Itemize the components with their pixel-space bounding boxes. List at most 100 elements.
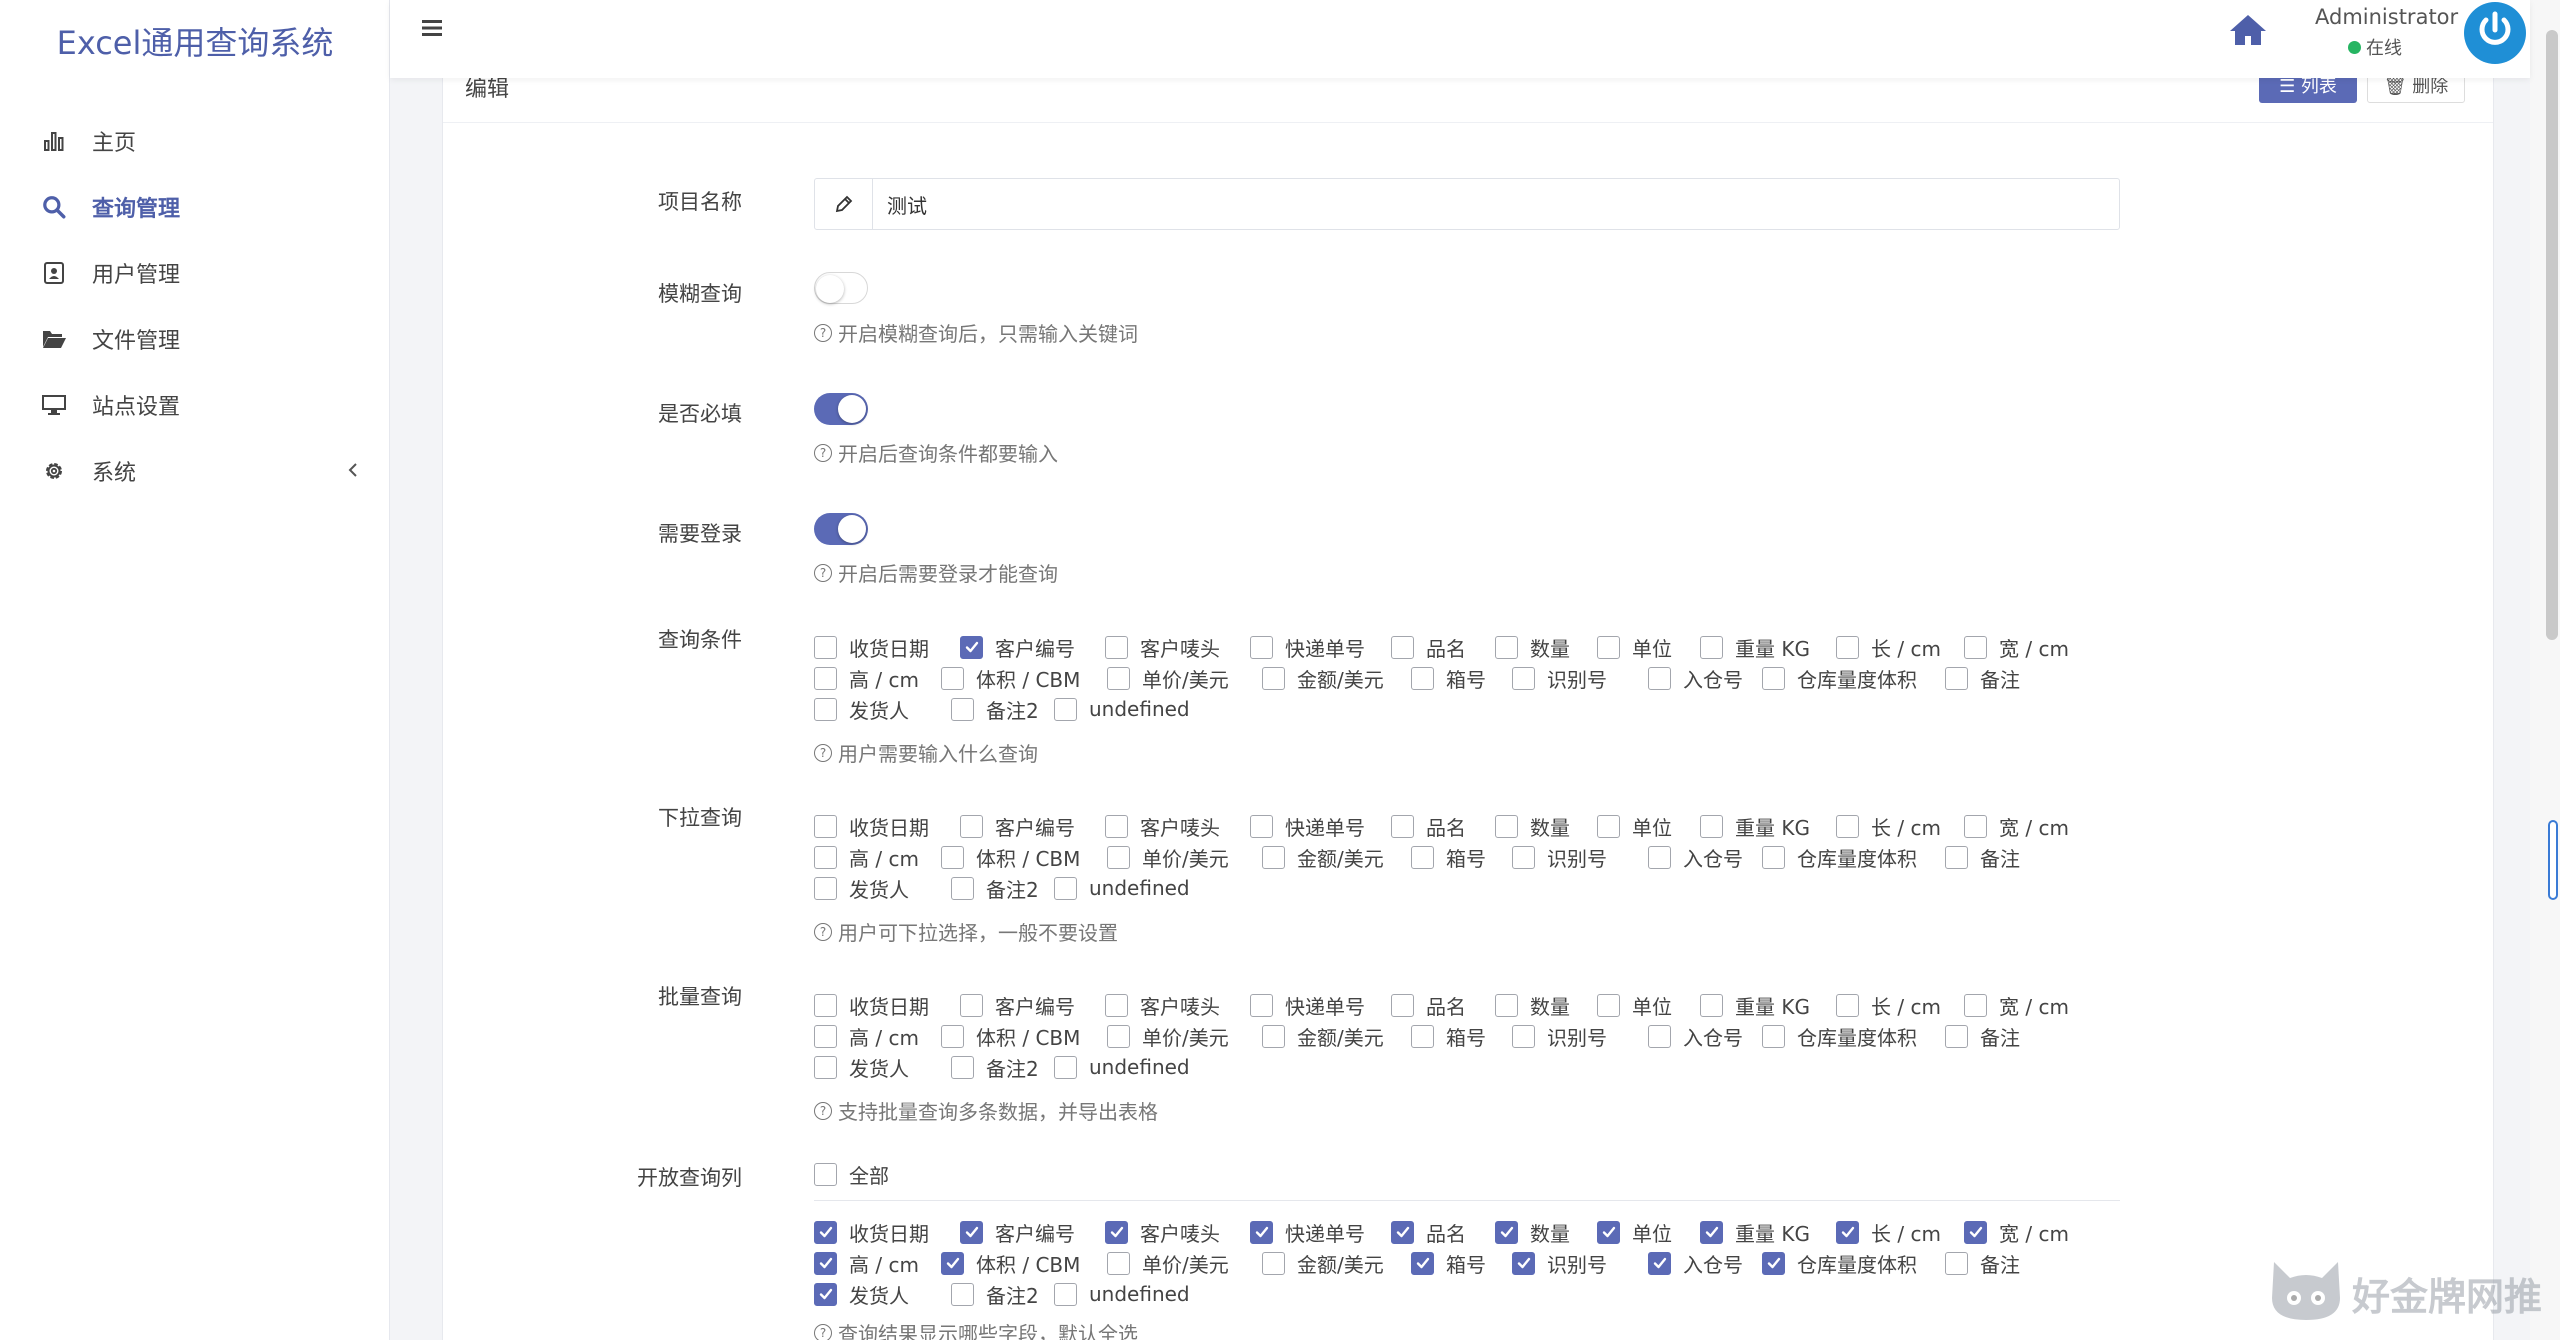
query-conditions-checkbox[interactable]: 重量 KG (1700, 633, 1810, 661)
user-name[interactable]: Administrator (2315, 5, 2458, 29)
dropdown-query-checkbox[interactable]: 数量 (1495, 812, 1570, 840)
open-columns-checkbox[interactable]: 长 / cm (1836, 1218, 1941, 1246)
batch-query-checkbox[interactable]: 客户唛头 (1105, 991, 1220, 1019)
open-columns-checkbox[interactable]: 快递单号 (1250, 1218, 1365, 1246)
sidebar-item-system[interactable]: 系统 (0, 438, 390, 504)
required-toggle[interactable] (814, 393, 868, 425)
query-conditions-checkbox[interactable]: 仓库量度体积 (1762, 664, 1917, 692)
dropdown-query-checkbox[interactable]: 长 / cm (1836, 812, 1941, 840)
query-conditions-checkbox[interactable]: 收货日期 (814, 633, 929, 661)
query-conditions-checkbox[interactable]: 发货人 (814, 695, 909, 723)
open-columns-checkbox[interactable]: 收货日期 (814, 1218, 929, 1246)
query-conditions-checkbox[interactable]: 备注2 (951, 695, 1039, 723)
batch-query-checkbox[interactable]: 长 / cm (1836, 991, 1941, 1019)
dropdown-query-checkbox[interactable]: 品名 (1391, 812, 1466, 840)
dropdown-query-checkbox[interactable]: 客户编号 (960, 812, 1075, 840)
project-name-field[interactable] (814, 178, 2120, 230)
batch-query-checkbox[interactable]: 收货日期 (814, 991, 929, 1019)
open-columns-checkbox[interactable]: 备注2 (951, 1280, 1039, 1308)
query-conditions-checkbox[interactable]: 单价/美元 (1107, 664, 1229, 692)
batch-query-checkbox[interactable]: 快递单号 (1250, 991, 1365, 1019)
dropdown-query-checkbox[interactable]: 金额/美元 (1262, 843, 1384, 871)
dropdown-query-checkbox[interactable]: 重量 KG (1700, 812, 1810, 840)
batch-query-checkbox[interactable]: undefined (1054, 1053, 1190, 1081)
query-conditions-checkbox[interactable]: undefined (1054, 695, 1190, 723)
batch-query-checkbox[interactable]: 宽 / cm (1964, 991, 2069, 1019)
query-conditions-checkbox[interactable]: 长 / cm (1836, 633, 1941, 661)
dropdown-query-checkbox[interactable]: 备注2 (951, 874, 1039, 902)
scrollbar-thumb[interactable] (2546, 30, 2558, 640)
batch-query-checkbox[interactable]: 单位 (1597, 991, 1672, 1019)
query-conditions-checkbox[interactable]: 数量 (1495, 633, 1570, 661)
select-all-checkbox[interactable]: 全部 (814, 1160, 889, 1188)
query-conditions-checkbox[interactable]: 识别号 (1512, 664, 1607, 692)
dropdown-query-checkbox[interactable]: 仓库量度体积 (1762, 843, 1917, 871)
dropdown-query-checkbox[interactable]: 入仓号 (1648, 843, 1743, 871)
batch-query-checkbox[interactable]: 箱号 (1411, 1022, 1486, 1050)
batch-query-checkbox[interactable]: 备注 (1945, 1022, 2020, 1050)
home-icon[interactable] (2228, 12, 2268, 53)
query-conditions-checkbox[interactable]: 品名 (1391, 633, 1466, 661)
query-conditions-checkbox[interactable]: 箱号 (1411, 664, 1486, 692)
sidebar-item-home[interactable]: 主页 (0, 108, 390, 174)
query-conditions-checkbox[interactable]: 客户唛头 (1105, 633, 1220, 661)
query-conditions-checkbox[interactable]: 客户编号 (960, 633, 1075, 661)
batch-query-checkbox[interactable]: 客户编号 (960, 991, 1075, 1019)
dropdown-query-checkbox[interactable]: 高 / cm (814, 843, 919, 871)
menu-toggle-icon[interactable] (420, 16, 444, 45)
batch-query-checkbox[interactable]: 发货人 (814, 1053, 909, 1081)
brand-title[interactable]: Excel通用查询系统 (0, 18, 390, 64)
batch-query-checkbox[interactable]: 单价/美元 (1107, 1022, 1229, 1050)
batch-query-checkbox[interactable]: 仓库量度体积 (1762, 1022, 1917, 1050)
open-columns-checkbox[interactable]: 宽 / cm (1964, 1218, 2069, 1246)
open-columns-checkbox[interactable]: 金额/美元 (1262, 1249, 1384, 1277)
batch-query-checkbox[interactable]: 入仓号 (1648, 1022, 1743, 1050)
open-columns-checkbox[interactable]: 识别号 (1512, 1249, 1607, 1277)
open-columns-checkbox[interactable]: 品名 (1391, 1218, 1466, 1246)
query-conditions-checkbox[interactable]: 单位 (1597, 633, 1672, 661)
open-columns-checkbox[interactable]: 客户编号 (960, 1218, 1075, 1246)
dropdown-query-checkbox[interactable]: 识别号 (1512, 843, 1607, 871)
query-conditions-checkbox[interactable]: 入仓号 (1648, 664, 1743, 692)
open-columns-checkbox[interactable]: 高 / cm (814, 1249, 919, 1277)
open-columns-checkbox[interactable]: 单价/美元 (1107, 1249, 1229, 1277)
batch-query-checkbox[interactable]: 数量 (1495, 991, 1570, 1019)
query-conditions-checkbox[interactable]: 备注 (1945, 664, 2020, 692)
query-conditions-checkbox[interactable]: 宽 / cm (1964, 633, 2069, 661)
batch-query-checkbox[interactable]: 高 / cm (814, 1022, 919, 1050)
batch-query-checkbox[interactable]: 金额/美元 (1262, 1022, 1384, 1050)
dropdown-query-checkbox[interactable]: 客户唛头 (1105, 812, 1220, 840)
open-columns-checkbox[interactable]: 重量 KG (1700, 1218, 1810, 1246)
dropdown-query-checkbox[interactable]: 收货日期 (814, 812, 929, 840)
batch-query-checkbox[interactable]: 品名 (1391, 991, 1466, 1019)
open-columns-checkbox[interactable]: 体积 / CBM (941, 1249, 1080, 1277)
dropdown-query-checkbox[interactable]: undefined (1054, 874, 1190, 902)
batch-query-checkbox[interactable]: 识别号 (1512, 1022, 1607, 1050)
open-columns-checkbox[interactable]: 客户唛头 (1105, 1218, 1220, 1246)
dropdown-query-checkbox[interactable]: 宽 / cm (1964, 812, 2069, 840)
open-columns-checkbox[interactable]: 入仓号 (1648, 1249, 1743, 1277)
avatar[interactable] (2464, 2, 2526, 64)
open-columns-checkbox[interactable]: 数量 (1495, 1218, 1570, 1246)
open-columns-checkbox[interactable]: 仓库量度体积 (1762, 1249, 1917, 1277)
batch-query-checkbox[interactable]: 体积 / CBM (941, 1022, 1080, 1050)
fuzzy-query-toggle[interactable] (814, 272, 868, 304)
sidebar-item-query-management[interactable]: 查询管理 (0, 174, 390, 240)
scroll-indicator[interactable] (2548, 820, 2558, 900)
dropdown-query-checkbox[interactable]: 箱号 (1411, 843, 1486, 871)
dropdown-query-checkbox[interactable]: 单价/美元 (1107, 843, 1229, 871)
query-conditions-checkbox[interactable]: 高 / cm (814, 664, 919, 692)
sidebar-item-site-settings[interactable]: 站点设置 (0, 372, 390, 438)
query-conditions-checkbox[interactable]: 金额/美元 (1262, 664, 1384, 692)
query-conditions-checkbox[interactable]: 快递单号 (1250, 633, 1365, 661)
open-columns-checkbox[interactable]: 单位 (1597, 1218, 1672, 1246)
open-columns-checkbox[interactable]: 箱号 (1411, 1249, 1486, 1277)
sidebar-item-user-management[interactable]: 用户管理 (0, 240, 390, 306)
dropdown-query-checkbox[interactable]: 备注 (1945, 843, 2020, 871)
open-columns-checkbox[interactable]: undefined (1054, 1280, 1190, 1308)
open-columns-checkbox[interactable]: 发货人 (814, 1280, 909, 1308)
dropdown-query-checkbox[interactable]: 发货人 (814, 874, 909, 902)
dropdown-query-checkbox[interactable]: 体积 / CBM (941, 843, 1080, 871)
login-required-toggle[interactable] (814, 513, 868, 545)
sidebar-item-file-management[interactable]: 文件管理 (0, 306, 390, 372)
